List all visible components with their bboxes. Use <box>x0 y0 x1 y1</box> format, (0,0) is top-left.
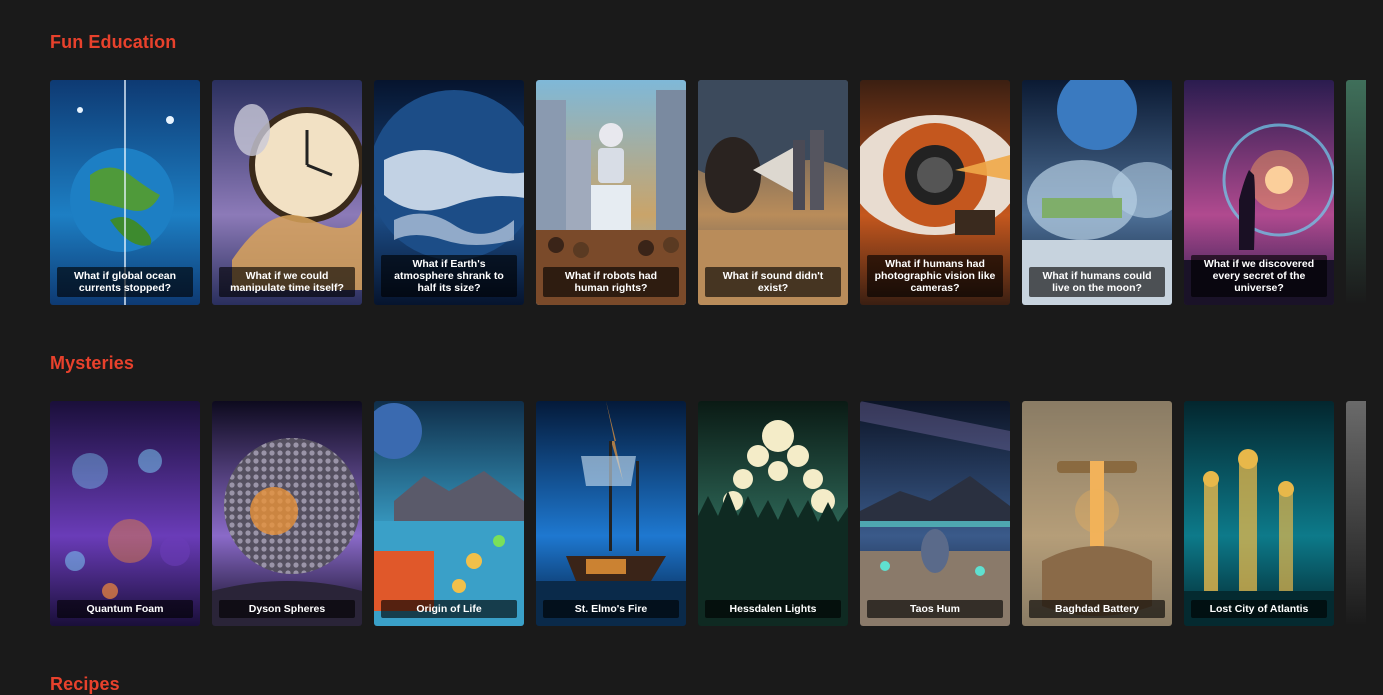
card-taos-hum[interactable]: Taos Hum <box>860 401 1010 626</box>
card-thumbnail <box>860 401 1010 626</box>
card-caption: What if Earth's atmosphere shrank to hal… <box>381 255 517 297</box>
section-title-mysteries: Mysteries <box>50 353 134 373</box>
card-origin-of-life[interactable]: Origin of Life <box>374 401 524 626</box>
card-thumbnail <box>212 401 362 626</box>
card-partial-next[interactable] <box>1346 401 1366 626</box>
card-what-if-sound-didn-t-exist[interactable]: What if sound didn't exist? <box>698 80 848 305</box>
card-caption: What if sound didn't exist? <box>705 267 841 297</box>
card-quantum-foam[interactable]: Quantum Foam <box>50 401 200 626</box>
card-st-elmo-s-fire[interactable]: St. Elmo's Fire <box>536 401 686 626</box>
card-what-if-earth-s-atmosphere-shrank-to-hal[interactable]: What if Earth's atmosphere shrank to hal… <box>374 80 524 305</box>
card-thumbnail <box>536 401 686 626</box>
card-caption: Taos Hum <box>867 600 1003 618</box>
section-title-fun-education: Fun Education <box>50 32 177 52</box>
carousel-mysteries[interactable]: Quantum Foam Dyson Spheres Origin of Lif… <box>50 401 1383 626</box>
card-lost-city-of-atlantis[interactable]: Lost City of Atlantis <box>1184 401 1334 626</box>
card-what-if-humans-had-photographic-vision-l[interactable]: What if humans had photographic vision l… <box>860 80 1010 305</box>
card-caption: Dyson Spheres <box>219 600 355 618</box>
card-what-if-robots-had-human-rights[interactable]: What if robots had human rights? <box>536 80 686 305</box>
card-caption: Origin of Life <box>381 600 517 618</box>
card-thumbnail <box>1184 401 1334 626</box>
card-caption: What if robots had human rights? <box>543 267 679 297</box>
card-caption: Quantum Foam <box>57 600 193 618</box>
card-partial-next[interactable] <box>1346 80 1366 305</box>
section-title-recipes: Recipes <box>50 674 120 694</box>
card-caption: What if we could manipulate time itself? <box>219 267 355 297</box>
card-caption: St. Elmo's Fire <box>543 600 679 618</box>
card-what-if-we-could-manipulate-time-itself[interactable]: What if we could manipulate time itself? <box>212 80 362 305</box>
card-thumbnail <box>1022 401 1172 626</box>
card-dyson-spheres[interactable]: Dyson Spheres <box>212 401 362 626</box>
card-thumbnail <box>374 401 524 626</box>
carousel-fun-education[interactable]: What if global ocean currents stopped? W… <box>50 80 1383 305</box>
card-hessdalen-lights[interactable]: Hessdalen Lights <box>698 401 848 626</box>
card-caption: Lost City of Atlantis <box>1191 600 1327 618</box>
card-caption: Hessdalen Lights <box>705 600 841 618</box>
card-what-if-humans-could-live-on-the-moon[interactable]: What if humans could live on the moon? <box>1022 80 1172 305</box>
card-baghdad-battery[interactable]: Baghdad Battery <box>1022 401 1172 626</box>
card-caption: Baghdad Battery <box>1029 600 1165 618</box>
card-caption: What if we discovered every secret of th… <box>1191 255 1327 297</box>
card-caption: What if humans had photographic vision l… <box>867 255 1003 297</box>
card-thumbnail <box>698 401 848 626</box>
card-thumbnail <box>50 401 200 626</box>
card-what-if-we-discovered-every-secret-of-th[interactable]: What if we discovered every secret of th… <box>1184 80 1334 305</box>
card-caption: What if global ocean currents stopped? <box>57 267 193 297</box>
card-what-if-global-ocean-currents-stopped[interactable]: What if global ocean currents stopped? <box>50 80 200 305</box>
card-caption: What if humans could live on the moon? <box>1029 267 1165 297</box>
